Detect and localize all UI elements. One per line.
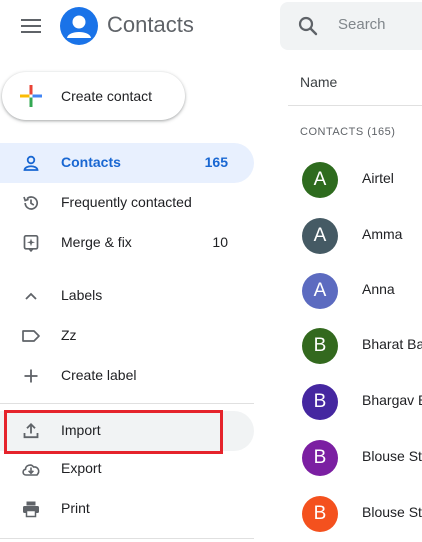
nav-label: Export (61, 460, 102, 476)
avatar: A (302, 273, 338, 309)
search-bar[interactable] (280, 2, 422, 50)
avatar: A (302, 218, 338, 254)
nav-item-print[interactable]: Print (0, 489, 254, 529)
import-highlight-annotation (4, 410, 223, 454)
contact-name: Amma (362, 226, 403, 242)
nav-label: Create label (61, 367, 137, 383)
search-input[interactable] (338, 16, 422, 33)
nav-label: Print (61, 500, 90, 516)
contact-row[interactable]: B Blouse St (290, 433, 422, 483)
search-icon[interactable] (296, 14, 320, 38)
main-menu-button[interactable] (16, 14, 46, 38)
avatar: B (302, 440, 338, 476)
nav-divider (0, 403, 254, 404)
nav-item-export[interactable]: Export (0, 449, 254, 489)
name-column-header[interactable]: Name (300, 74, 337, 90)
nav-label: Zz (61, 327, 77, 343)
contact-name: Bharat Ba (362, 336, 422, 352)
print-icon (20, 498, 42, 520)
contact-row[interactable]: B Bharat Ba (290, 321, 422, 371)
add-icon (20, 365, 42, 387)
nav-label: Merge & fix (61, 234, 132, 250)
nav-label: Contacts (61, 154, 121, 170)
history-icon (20, 192, 42, 214)
nav-count: 10 (212, 234, 228, 250)
create-contact-button[interactable]: Create contact (2, 72, 185, 120)
labels-heading: Labels (61, 287, 103, 303)
contact-name: Bhargav B (362, 392, 422, 408)
cloud-download-icon (20, 458, 42, 480)
nav-item-merge-fix[interactable]: Merge & fix 10 (0, 223, 254, 263)
contact-name: Blouse St (362, 448, 422, 464)
contact-row[interactable]: A Airtel (290, 155, 422, 205)
chevron-up-icon (20, 285, 42, 307)
hamburger-menu-icon (21, 19, 41, 33)
labels-toggle[interactable]: Labels (0, 276, 254, 316)
avatar: A (302, 162, 338, 198)
avatar: B (302, 328, 338, 364)
nav-label: Frequently contacted (61, 194, 192, 210)
contact-row[interactable]: A Anna (290, 266, 422, 316)
contact-name: Airtel (362, 170, 394, 186)
contacts-section-label: CONTACTS (165) (300, 126, 396, 138)
contacts-logo-icon[interactable] (60, 7, 98, 45)
nav-item-label-zz[interactable]: Zz (0, 316, 254, 356)
nav-divider-bottom (0, 538, 254, 539)
merge-icon (20, 232, 42, 254)
nav-count: 165 (204, 154, 228, 170)
person-icon (20, 152, 42, 174)
avatar: B (302, 384, 338, 420)
header-divider (288, 105, 422, 106)
contact-name: Anna (362, 281, 395, 297)
contact-row[interactable]: A Amma (290, 211, 422, 261)
create-label-button[interactable]: Create label (0, 356, 254, 396)
avatar: B (302, 496, 338, 532)
nav-item-contacts[interactable]: Contacts 165 (0, 143, 254, 183)
plus-icon (20, 85, 42, 107)
contact-row[interactable]: B Blouse St (290, 489, 422, 539)
app-title: Contacts (107, 12, 194, 37)
contact-name: Blouse St (362, 504, 422, 520)
contact-row[interactable]: B Bhargav B (290, 377, 422, 427)
create-contact-label: Create contact (61, 88, 153, 104)
nav-item-frequently-contacted[interactable]: Frequently contacted (0, 183, 254, 223)
label-icon (20, 325, 42, 347)
